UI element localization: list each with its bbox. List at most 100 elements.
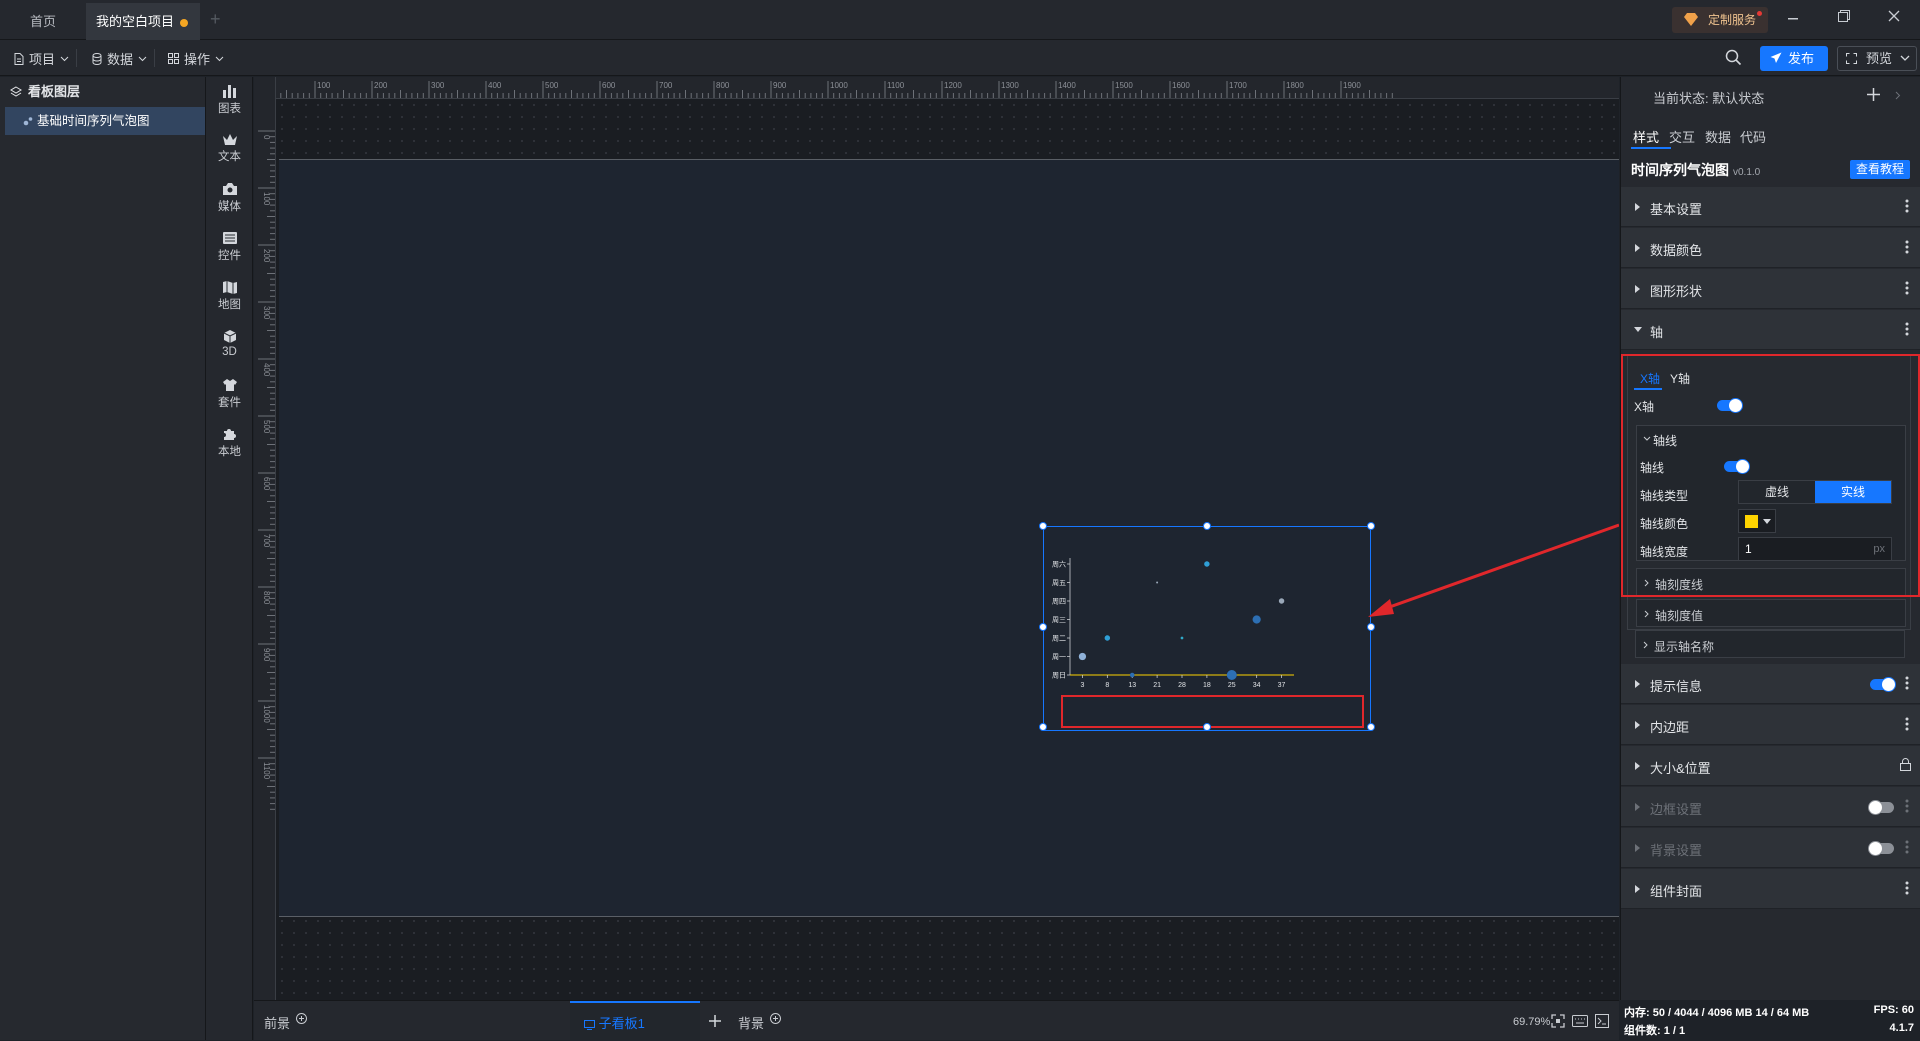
background-toggle[interactable]: [1868, 841, 1894, 856]
active-tab-underline: [1631, 147, 1671, 149]
rail-item-controls[interactable]: 控件: [206, 224, 253, 263]
tab-background[interactable]: 背景: [738, 1013, 781, 1032]
section-cover[interactable]: 组件封面: [1621, 869, 1920, 909]
tooltip-toggle[interactable]: [1870, 677, 1896, 692]
tab-style[interactable]: 样式: [1633, 127, 1659, 146]
rail-item-map[interactable]: 地图: [206, 273, 253, 312]
zoom-level[interactable]: 69.79%: [1513, 1016, 1550, 1028]
restore-icon[interactable]: [1838, 10, 1850, 22]
line-width-input[interactable]: 1 px: [1738, 537, 1892, 561]
bubble-point: [1078, 652, 1087, 661]
fit-screen-icon[interactable]: [1551, 1014, 1565, 1028]
line-type-solid[interactable]: 实线: [1815, 481, 1891, 503]
more-vertical-icon[interactable]: [1905, 799, 1909, 813]
lock-icon[interactable]: [1900, 758, 1911, 771]
rail-item-3d[interactable]: 3D: [206, 322, 253, 358]
subtab-x-axis[interactable]: X轴: [1640, 370, 1660, 387]
more-vertical-icon[interactable]: [1905, 881, 1909, 895]
tab-project[interactable]: 我的空白项目: [86, 3, 200, 40]
resize-handle[interactable]: [1203, 723, 1211, 731]
chevron-down-icon[interactable]: [1643, 436, 1651, 441]
line-type-dashed[interactable]: 虚线: [1739, 481, 1815, 503]
add-state-icon[interactable]: [1867, 88, 1880, 101]
board-tabs-bar: 前景 子看板1 背景 69.79%: [254, 1000, 1619, 1041]
resize-handle[interactable]: [1367, 723, 1375, 731]
custom-service-button[interactable]: 定制服务: [1672, 7, 1768, 33]
x-axis-toggle[interactable]: [1717, 398, 1743, 413]
section-basic[interactable]: 基本设置: [1621, 187, 1920, 227]
rail-item-chart[interactable]: 图表: [206, 77, 253, 116]
resize-handle[interactable]: [1039, 522, 1047, 530]
section-shape[interactable]: 图形形状: [1621, 269, 1920, 309]
ruler-label: 100: [317, 81, 331, 90]
add-circle-icon[interactable]: [295, 1013, 307, 1024]
tab-home[interactable]: 首页: [0, 3, 86, 40]
layer-item[interactable]: 基础时间序列气泡图: [5, 107, 205, 135]
axis-line-toggle[interactable]: [1724, 459, 1750, 474]
ruler-label: 100: [262, 192, 271, 206]
more-vertical-icon[interactable]: [1905, 322, 1909, 336]
rail-item-kit[interactable]: 套件: [206, 371, 253, 410]
section-axis[interactable]: 轴: [1621, 310, 1920, 350]
terminal-icon[interactable]: [1595, 1014, 1609, 1028]
search-icon[interactable]: [1725, 49, 1742, 66]
section-background[interactable]: 背景设置: [1621, 828, 1920, 868]
section-label: 组件封面: [1650, 884, 1703, 899]
tab-data[interactable]: 数据: [1705, 127, 1731, 146]
subtab-y-axis[interactable]: Y轴: [1670, 370, 1690, 387]
tab-code[interactable]: 代码: [1740, 127, 1766, 146]
rail-item-media[interactable]: 媒体: [206, 175, 253, 214]
section-tooltip[interactable]: 提示信息: [1621, 664, 1920, 704]
close-icon[interactable]: [1888, 10, 1900, 22]
ruler-label: 1200: [944, 81, 962, 90]
section-border[interactable]: 边框设置: [1621, 787, 1920, 827]
current-state: 当前状态: 默认状态: [1653, 91, 1765, 106]
layer-item-label: 基础时间序列气泡图: [37, 114, 150, 128]
editor-canvas[interactable]: 0 100 200 300 400 500 600 700 800 900 1000 1100 1200…: [254, 77, 1619, 1000]
resize-handle[interactable]: [1039, 623, 1047, 631]
section-label: 边框设置: [1650, 802, 1703, 817]
keyboard-icon[interactable]: [1572, 1015, 1588, 1027]
collapse-tick-lines[interactable]: 轴刻度线: [1636, 568, 1906, 596]
x-tick-label: 18: [1203, 682, 1211, 689]
resize-handle[interactable]: [1203, 522, 1211, 530]
form-icon: [222, 232, 237, 244]
tutorial-button[interactable]: 查看教程: [1850, 160, 1910, 179]
section-size-position[interactable]: 大小&位置: [1621, 746, 1920, 786]
section-padding[interactable]: 内边距: [1621, 705, 1920, 745]
tab-foreground[interactable]: 前景: [264, 1013, 307, 1032]
rail-item-local[interactable]: 本地: [206, 420, 253, 459]
resize-handle[interactable]: [1039, 723, 1047, 731]
add-icon[interactable]: [709, 1015, 721, 1027]
minimize-icon[interactable]: [1788, 18, 1798, 20]
tab-interaction[interactable]: 交互: [1669, 127, 1695, 146]
more-vertical-icon[interactable]: [1905, 281, 1909, 295]
preview-button[interactable]: 预览: [1837, 46, 1917, 71]
ruler-label: 900: [773, 81, 787, 90]
collapse-axis-name[interactable]: 显示轴名称: [1635, 630, 1905, 658]
menu-operation[interactable]: 操作: [168, 49, 224, 68]
chevron-down-icon: [60, 56, 69, 61]
selected-widget[interactable]: 周日 周一 周二 周三 周四 周五 周六 3 8 13 21 28 18 25 34 37: [1043, 526, 1371, 731]
add-circle-icon[interactable]: [769, 1013, 781, 1024]
tab-sub-board[interactable]: 子看板1: [584, 1013, 645, 1032]
section-label: 图形形状: [1650, 284, 1703, 299]
map-icon: [222, 281, 237, 294]
menu-data[interactable]: 数据: [92, 49, 156, 68]
collapse-tick-values[interactable]: 轴刻度值: [1636, 599, 1906, 627]
more-vertical-icon[interactable]: [1905, 840, 1909, 854]
chevron-right-icon[interactable]: [1895, 91, 1901, 100]
more-vertical-icon[interactable]: [1905, 240, 1909, 254]
more-vertical-icon[interactable]: [1905, 199, 1909, 213]
rail-item-text[interactable]: 文本: [206, 126, 253, 164]
border-toggle[interactable]: [1868, 800, 1894, 815]
menu-project[interactable]: 项目: [14, 49, 78, 68]
more-vertical-icon[interactable]: [1905, 717, 1909, 731]
more-vertical-icon[interactable]: [1905, 676, 1909, 690]
add-tab-icon[interactable]: +: [210, 9, 221, 30]
layers-icon: [10, 86, 22, 97]
section-data-colors[interactable]: 数据颜色: [1621, 228, 1920, 268]
chevron-down-icon[interactable]: [1900, 55, 1910, 61]
publish-button[interactable]: 发布: [1760, 46, 1828, 71]
line-color-picker[interactable]: [1738, 509, 1776, 533]
